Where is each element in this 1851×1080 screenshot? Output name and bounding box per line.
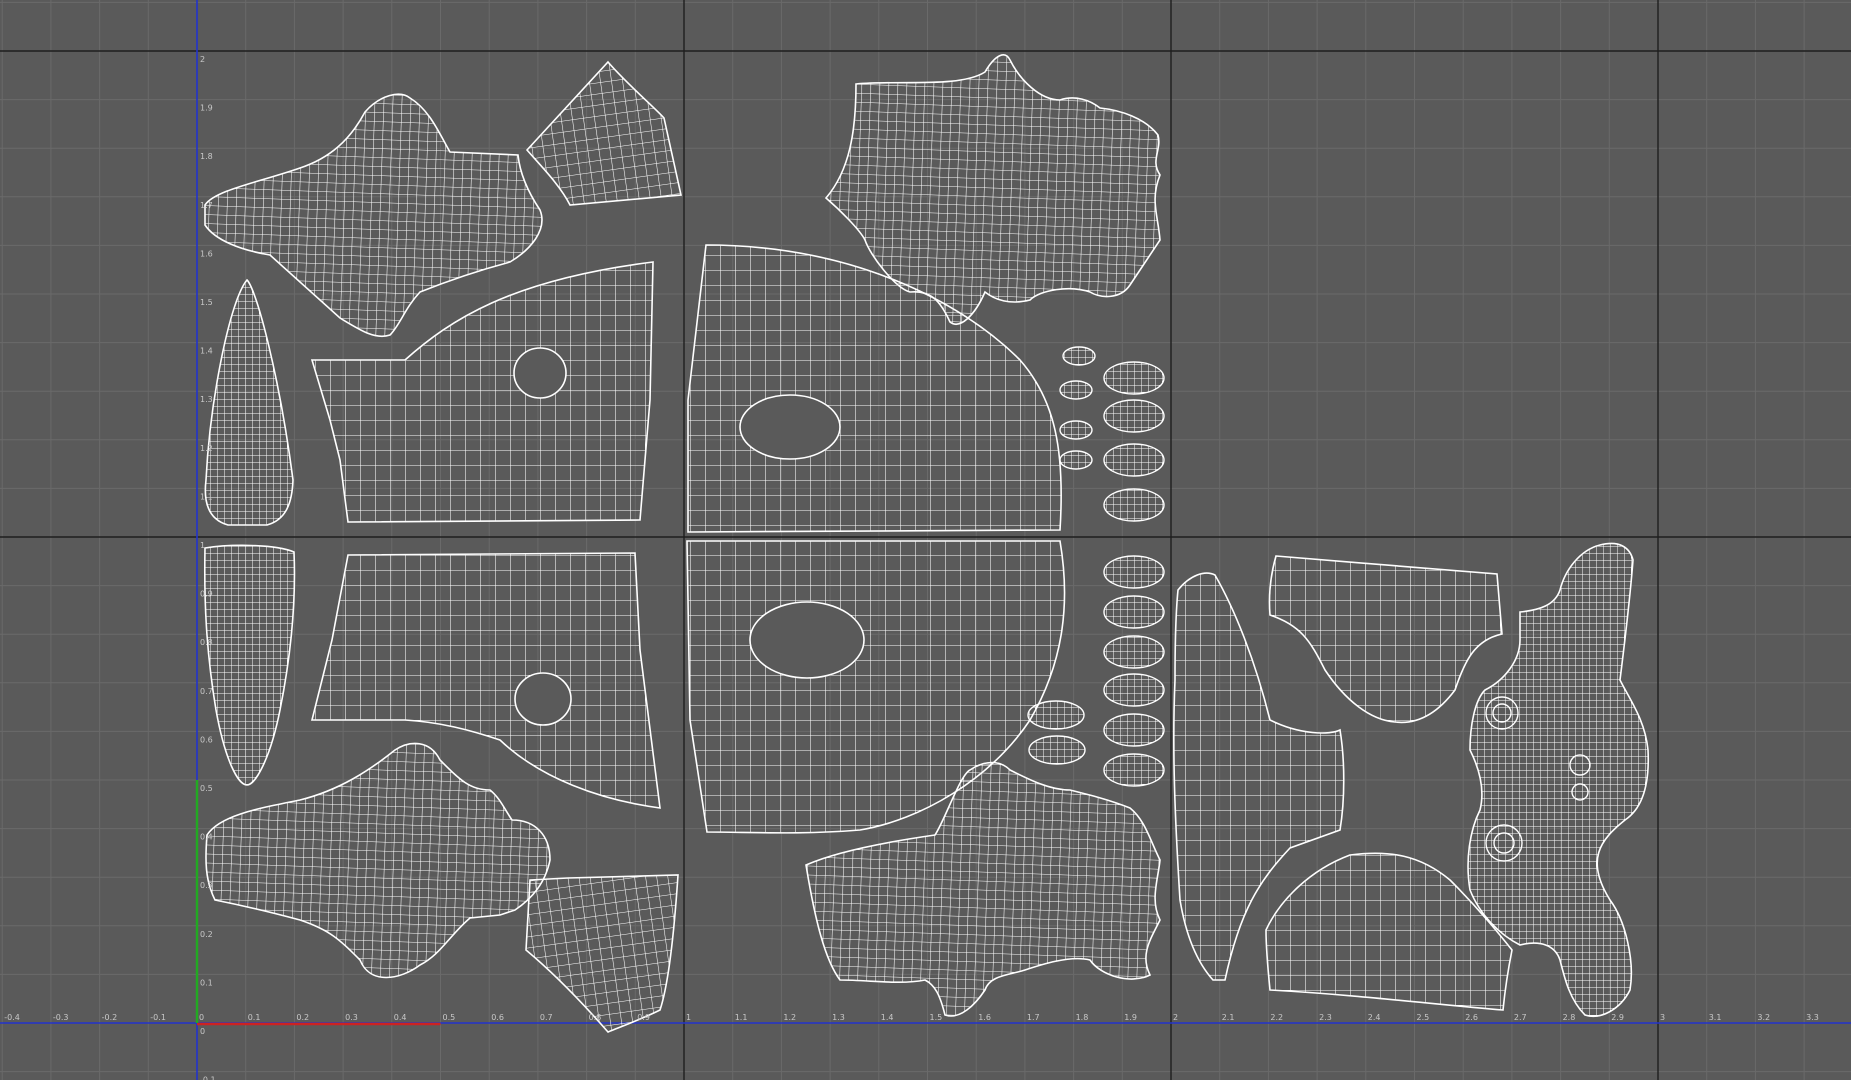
v-tick-label: 1.7 — [200, 201, 213, 210]
u-tick-label: 3.3 — [1806, 1013, 1819, 1022]
u-tick-label: 0.5 — [443, 1013, 456, 1022]
u-tick-label: 3.2 — [1757, 1013, 1770, 1022]
uv-shell-horn-upper[interactable] — [204, 278, 294, 526]
v-tick-label: 1.2 — [200, 444, 213, 453]
u-tick-label: 3.1 — [1709, 1013, 1722, 1022]
uv-shell-eye-hole-lower — [514, 672, 572, 726]
u-tick-label: 2.8 — [1563, 1013, 1576, 1022]
uv-editor-viewport[interactable]: -0.4 -0.3 -0.2 -0.1 0 0.1 0.2 0.3 0.4 0.5 0.6 0.7 0.… — [0, 0, 1851, 1080]
u-tick-label: -0.2 — [102, 1013, 118, 1022]
u-tick-label: 2.7 — [1514, 1013, 1527, 1022]
u-tick-label: 2.4 — [1368, 1013, 1381, 1022]
v-tick-label: 0.1 — [200, 978, 213, 987]
u-tick-label: 1.2 — [783, 1013, 796, 1022]
uv-shells — [203, 54, 1650, 1033]
uv-shell-back-flap-upper[interactable] — [1268, 555, 1503, 724]
v-tick-label: 0.2 — [200, 930, 213, 939]
u-tick-label: 1.3 — [832, 1013, 845, 1022]
u-tick-label: 3 — [1660, 1013, 1665, 1022]
v-tick-label: 0.8 — [200, 638, 213, 647]
v-tick-label: 0.5 — [200, 784, 213, 793]
u-tick-label: 1.5 — [930, 1013, 943, 1022]
uv-shell-horn-lower[interactable] — [203, 544, 296, 786]
v-tick-label: 0.3 — [200, 881, 213, 890]
uv-shell-eye-hole-fan-upper — [739, 394, 841, 460]
v-tick-label: 0.7 — [200, 687, 213, 696]
uv-shell-head-side-lower[interactable] — [205, 742, 551, 979]
v-tick-label: 1.5 — [200, 298, 213, 307]
v-tick-label: 0.6 — [200, 735, 213, 744]
u-tick-label: 1 — [686, 1013, 691, 1022]
u-tick-label: 2.2 — [1270, 1013, 1283, 1022]
v-tick-label: 1.6 — [200, 249, 213, 258]
v-tick-label: 2 — [200, 55, 205, 64]
v-tick-label: 0 — [200, 1027, 205, 1036]
v-tick-label: 1.8 — [200, 152, 213, 161]
u-tick-label: 1.1 — [735, 1013, 748, 1022]
v-tick-label: 1.1 — [200, 492, 213, 501]
u-tick-label: 0.8 — [589, 1013, 602, 1022]
u-tick-label: 0.2 — [296, 1013, 309, 1022]
u-tick-label: 0.4 — [394, 1013, 407, 1022]
uv-shell-eye-hole-upper — [513, 347, 567, 399]
u-tick-label: 0 — [199, 1013, 204, 1022]
u-tick-label: 0.6 — [491, 1013, 504, 1022]
u-tick-label: 1.9 — [1124, 1013, 1137, 1022]
uv-shell-ear-lower[interactable] — [525, 874, 679, 1033]
u-tick-label: 1.8 — [1076, 1013, 1089, 1022]
u-tick-label: 0.1 — [248, 1013, 261, 1022]
u-tick-label: 0.9 — [637, 1013, 650, 1022]
uv-shell-eye-patch-lower[interactable] — [310, 552, 661, 809]
u-tick-label: -0.4 — [4, 1013, 20, 1022]
u-tick-label: -0.3 — [53, 1013, 69, 1022]
u-tick-label: 1.6 — [978, 1013, 991, 1022]
uv-shell-teeth-upper[interactable] — [1059, 346, 1165, 522]
v-tick-label: 1.4 — [200, 347, 213, 356]
v-tick-label: 0.9 — [200, 590, 213, 599]
v-tick-label: -0.1 — [200, 1076, 216, 1080]
v-tick-label: 1.9 — [200, 104, 213, 113]
u-tick-label: 2.9 — [1611, 1013, 1624, 1022]
u-tick-label: 2.6 — [1465, 1013, 1478, 1022]
u-tick-label: 2.3 — [1319, 1013, 1332, 1022]
u-tick-label: 2 — [1173, 1013, 1178, 1022]
v-tick-label: 0.4 — [200, 833, 213, 842]
uv-shell-ear-upper[interactable] — [525, 60, 682, 206]
u-tick-label: 0.3 — [345, 1013, 358, 1022]
u-tick-label: 2.1 — [1222, 1013, 1235, 1022]
u-tick-label: 0.7 — [540, 1013, 553, 1022]
v-tick-label: 1 — [200, 541, 205, 550]
u-tick-label: -0.1 — [150, 1013, 166, 1022]
u-tick-label: 1.7 — [1027, 1013, 1040, 1022]
u-tick-label: 1.4 — [881, 1013, 894, 1022]
v-tick-label: 1.3 — [200, 395, 213, 404]
u-tick-label: 2.5 — [1417, 1013, 1430, 1022]
uv-shell-eye-hole-fan-lower — [749, 601, 865, 679]
